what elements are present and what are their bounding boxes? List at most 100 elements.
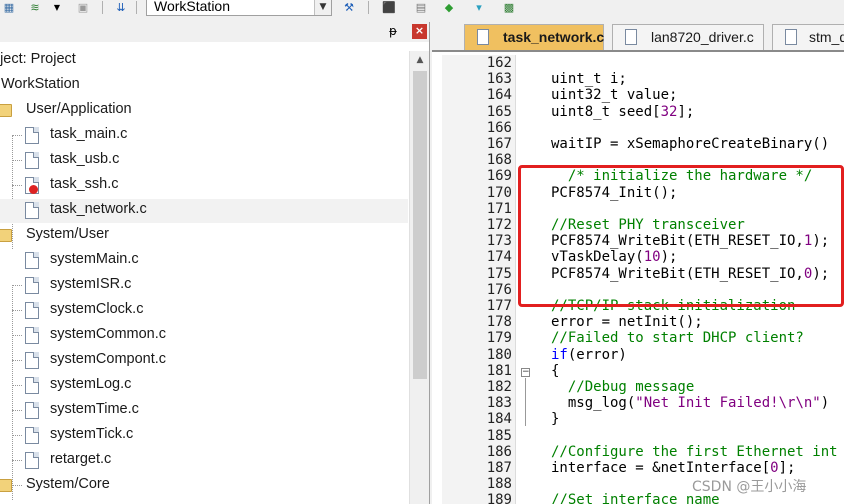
tree-item-file[interactable]: systemClock.c [0, 299, 408, 323]
line-number: 175 [486, 265, 512, 282]
dropdown-icon[interactable]: ▼ [48, 0, 66, 15]
code-line: } [551, 411, 560, 428]
c-file-icon [25, 352, 39, 369]
toolbar-separator [136, 1, 137, 14]
tree-item-label: systemMain.c [50, 251, 139, 267]
line-number: 188 [486, 476, 512, 493]
tree-item-file[interactable]: systemCompont.c [0, 349, 408, 373]
line-number: 183 [486, 395, 512, 412]
code-line: //Configure the first Ethernet int [551, 443, 838, 460]
tab-stm-d[interactable]: stm_d [772, 24, 844, 50]
diamond-icon[interactable]: ◆ [440, 0, 458, 15]
code-line: waitIP = xSemaphoreCreateBinary() [551, 136, 830, 152]
line-number: 171 [486, 200, 512, 217]
tree-item-label: systemClock.c [50, 301, 144, 317]
tools-icon[interactable]: ⚒ [340, 0, 358, 15]
toolbar-separator [368, 1, 369, 14]
tab-task-network[interactable]: task_network.c [464, 24, 604, 50]
tree-item-label: task_network.c [50, 201, 147, 217]
line-number: 189 [486, 492, 512, 504]
pin-icon[interactable]: ᵽ [389, 24, 397, 38]
line-number: 176 [486, 281, 512, 298]
tree-item-folder-system-user[interactable]: System/User [0, 224, 408, 248]
layers-icon[interactable]: ▤ [412, 0, 430, 15]
c-file-icon [25, 277, 39, 294]
line-number: 181 [486, 362, 512, 379]
tab-lan8720-driver[interactable]: lan8720_driver.c [612, 24, 764, 50]
tree-item-file[interactable]: systemISR.c [0, 274, 408, 298]
line-number: 164 [486, 87, 512, 104]
line-number: 162 [486, 55, 512, 71]
tab-label: task_network.c [503, 29, 605, 45]
tree-item-target[interactable]: WorkStation [0, 74, 408, 98]
scroll-up-icon[interactable]: ▲ [410, 51, 429, 69]
code-line: interface = &netInterface[0]; [551, 460, 796, 476]
tree-item-project-root[interactable]: oject: Project [0, 49, 408, 73]
tree-item-label: task_usb.c [50, 151, 120, 167]
c-file-icon [25, 252, 39, 269]
tree-item-file[interactable]: task_main.c [0, 124, 408, 148]
tree-item-label: System/User [26, 226, 109, 242]
tree-item-file-selected[interactable]: task_network.c [0, 199, 408, 223]
editor-tabbar: task_network.c lan8720_driver.c stm_d [432, 22, 844, 52]
line-number: 167 [486, 136, 512, 152]
line-number: 185 [486, 427, 512, 444]
tree-item-label: systemISR.c [50, 276, 132, 292]
line-number: 168 [486, 152, 512, 169]
c-file-icon [25, 452, 39, 469]
tree-item-file[interactable]: systemLog.c [0, 374, 408, 398]
window-icon[interactable]: ▣ [74, 0, 92, 15]
scrollbar-thumb[interactable] [413, 71, 427, 379]
tree-item-file[interactable]: systemTime.c [0, 399, 408, 423]
line-number: 179 [486, 330, 512, 347]
tree-item-file-excluded[interactable]: task_ssh.c [0, 174, 408, 198]
line-number: 178 [486, 314, 512, 331]
tree-item-label: System/Core [26, 476, 110, 492]
tree-item-label: retarget.c [50, 451, 112, 467]
line-number: 184 [486, 411, 512, 428]
line-number: 166 [486, 119, 512, 136]
project-pane: ᵽ × oject: Project WorkStation User/Appl… [0, 22, 430, 504]
line-number: 173 [486, 233, 512, 250]
c-file-icon [25, 377, 39, 394]
folder-open-icon [0, 229, 12, 242]
cup-icon[interactable]: ▾ [470, 0, 488, 15]
close-pane-button[interactable]: × [412, 24, 427, 39]
tree-item-folder-user-application[interactable]: User/Application [0, 99, 408, 123]
line-number: 182 [486, 379, 512, 395]
tree-item-label: systemTick.c [50, 426, 134, 442]
tree-item-file[interactable]: systemTick.c [0, 424, 408, 448]
chip-icon[interactable]: ▩ [500, 0, 518, 15]
excluded-badge-icon [29, 185, 38, 194]
c-file-icon [625, 29, 637, 45]
tree-item-label: task_main.c [50, 126, 128, 142]
watermark: CSDN @王小小海 [692, 479, 807, 495]
fold-toggle-icon[interactable]: − [521, 368, 530, 377]
chevron-down-icon[interactable]: ▼ [314, 0, 331, 15]
project-pane-titlebar: ᵽ × [0, 22, 429, 42]
target-select[interactable]: WorkStation ▼ [146, 0, 332, 16]
manage-icon[interactable]: ⬛ [380, 0, 398, 15]
tab-label: stm_d [809, 29, 844, 45]
code-line: uint_t i; [551, 71, 627, 88]
tree-item-label: WorkStation [1, 76, 80, 92]
code-line: //Debug message [551, 379, 695, 395]
code-line: error = netInit(); [551, 314, 703, 331]
c-file-icon [25, 402, 39, 419]
tree-item-file[interactable]: systemCommon.c [0, 324, 408, 348]
line-number: 172 [486, 217, 512, 233]
c-file-icon [25, 152, 39, 169]
tree-item-label: systemLog.c [50, 376, 132, 392]
tree-item-file[interactable]: systemMain.c [0, 249, 408, 273]
stack-icon[interactable]: ≋ [26, 0, 44, 15]
project-tree-scrollbar[interactable]: ▲ [409, 51, 429, 504]
toolbar: ▦ ≋ ▼ ▣ ⇊ WorkStation ▼ ⚒ ⬛ ▤ ◆ ▾ ▩ [0, 0, 844, 18]
code-line: //Failed to start DHCP client? [551, 330, 804, 347]
tree-item-label: oject: Project [0, 51, 76, 67]
tree-item-folder-system-core[interactable]: System/Core [0, 474, 408, 498]
tree-item-label: task_ssh.c [50, 176, 119, 192]
download-icon[interactable]: ⇊ [112, 0, 130, 15]
tree-item-file[interactable]: retarget.c [0, 449, 408, 473]
build-icon[interactable]: ▦ [0, 0, 18, 15]
tree-item-file[interactable]: task_usb.c [0, 149, 408, 173]
